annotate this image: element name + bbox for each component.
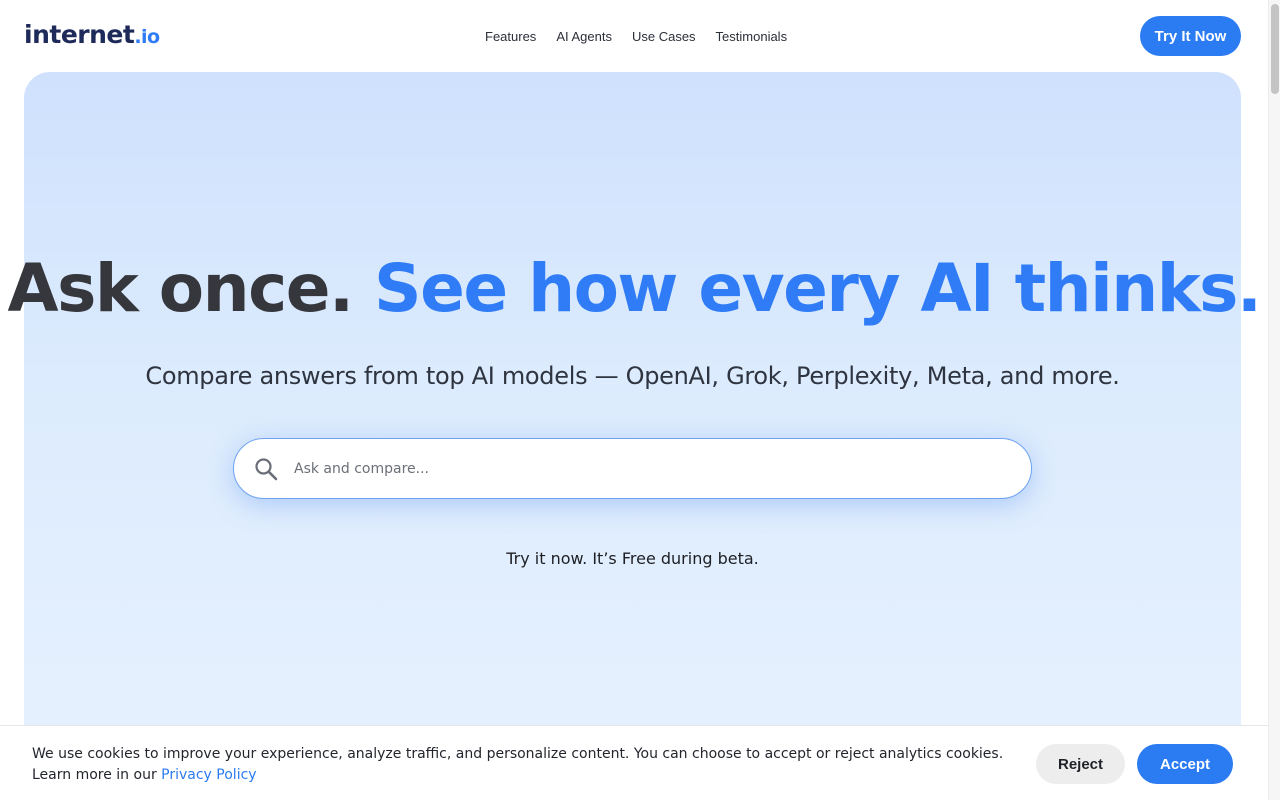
- beta-tagline: Try it now. It’s Free during beta.: [506, 549, 759, 568]
- search-box[interactable]: [233, 438, 1032, 499]
- nav-link-ai-agents[interactable]: AI Agents: [556, 29, 612, 44]
- nav-link-features[interactable]: Features: [485, 29, 536, 44]
- page-scrollbar[interactable]: [1268, 0, 1280, 800]
- search-input[interactable]: [294, 453, 994, 485]
- nav-link-use-cases[interactable]: Use Cases: [632, 29, 696, 44]
- cookie-banner: We use cookies to improve your experienc…: [0, 725, 1268, 800]
- logo-tld: .io: [134, 26, 160, 48]
- search-icon: [254, 457, 278, 481]
- nav-link-testimonials[interactable]: Testimonials: [716, 29, 788, 44]
- main-nav: Features AI Agents Use Cases Testimonial…: [485, 29, 787, 44]
- headline-part-2: See how every AI thinks.: [374, 250, 1262, 327]
- try-it-now-button[interactable]: Try It Now: [1140, 16, 1241, 56]
- hero-section: [24, 72, 1241, 800]
- hero-headline: Ask once. See how every AI thinks.: [0, 250, 1268, 327]
- privacy-policy-link[interactable]: Privacy Policy: [161, 767, 256, 783]
- scrollbar-thumb[interactable]: [1271, 4, 1279, 94]
- accept-cookies-button[interactable]: Accept: [1137, 744, 1233, 784]
- logo-name: internet: [24, 20, 135, 49]
- headline-part-1: Ask once.: [7, 250, 355, 327]
- reject-cookies-button[interactable]: Reject: [1036, 744, 1125, 784]
- cookie-message: We use cookies to improve your experienc…: [32, 744, 1012, 786]
- hero-subheading: Compare answers from top AI models — Ope…: [145, 362, 1120, 390]
- site-header: internet .io Features AI Agents Use Case…: [0, 0, 1268, 72]
- brand-logo[interactable]: internet .io: [24, 20, 160, 49]
